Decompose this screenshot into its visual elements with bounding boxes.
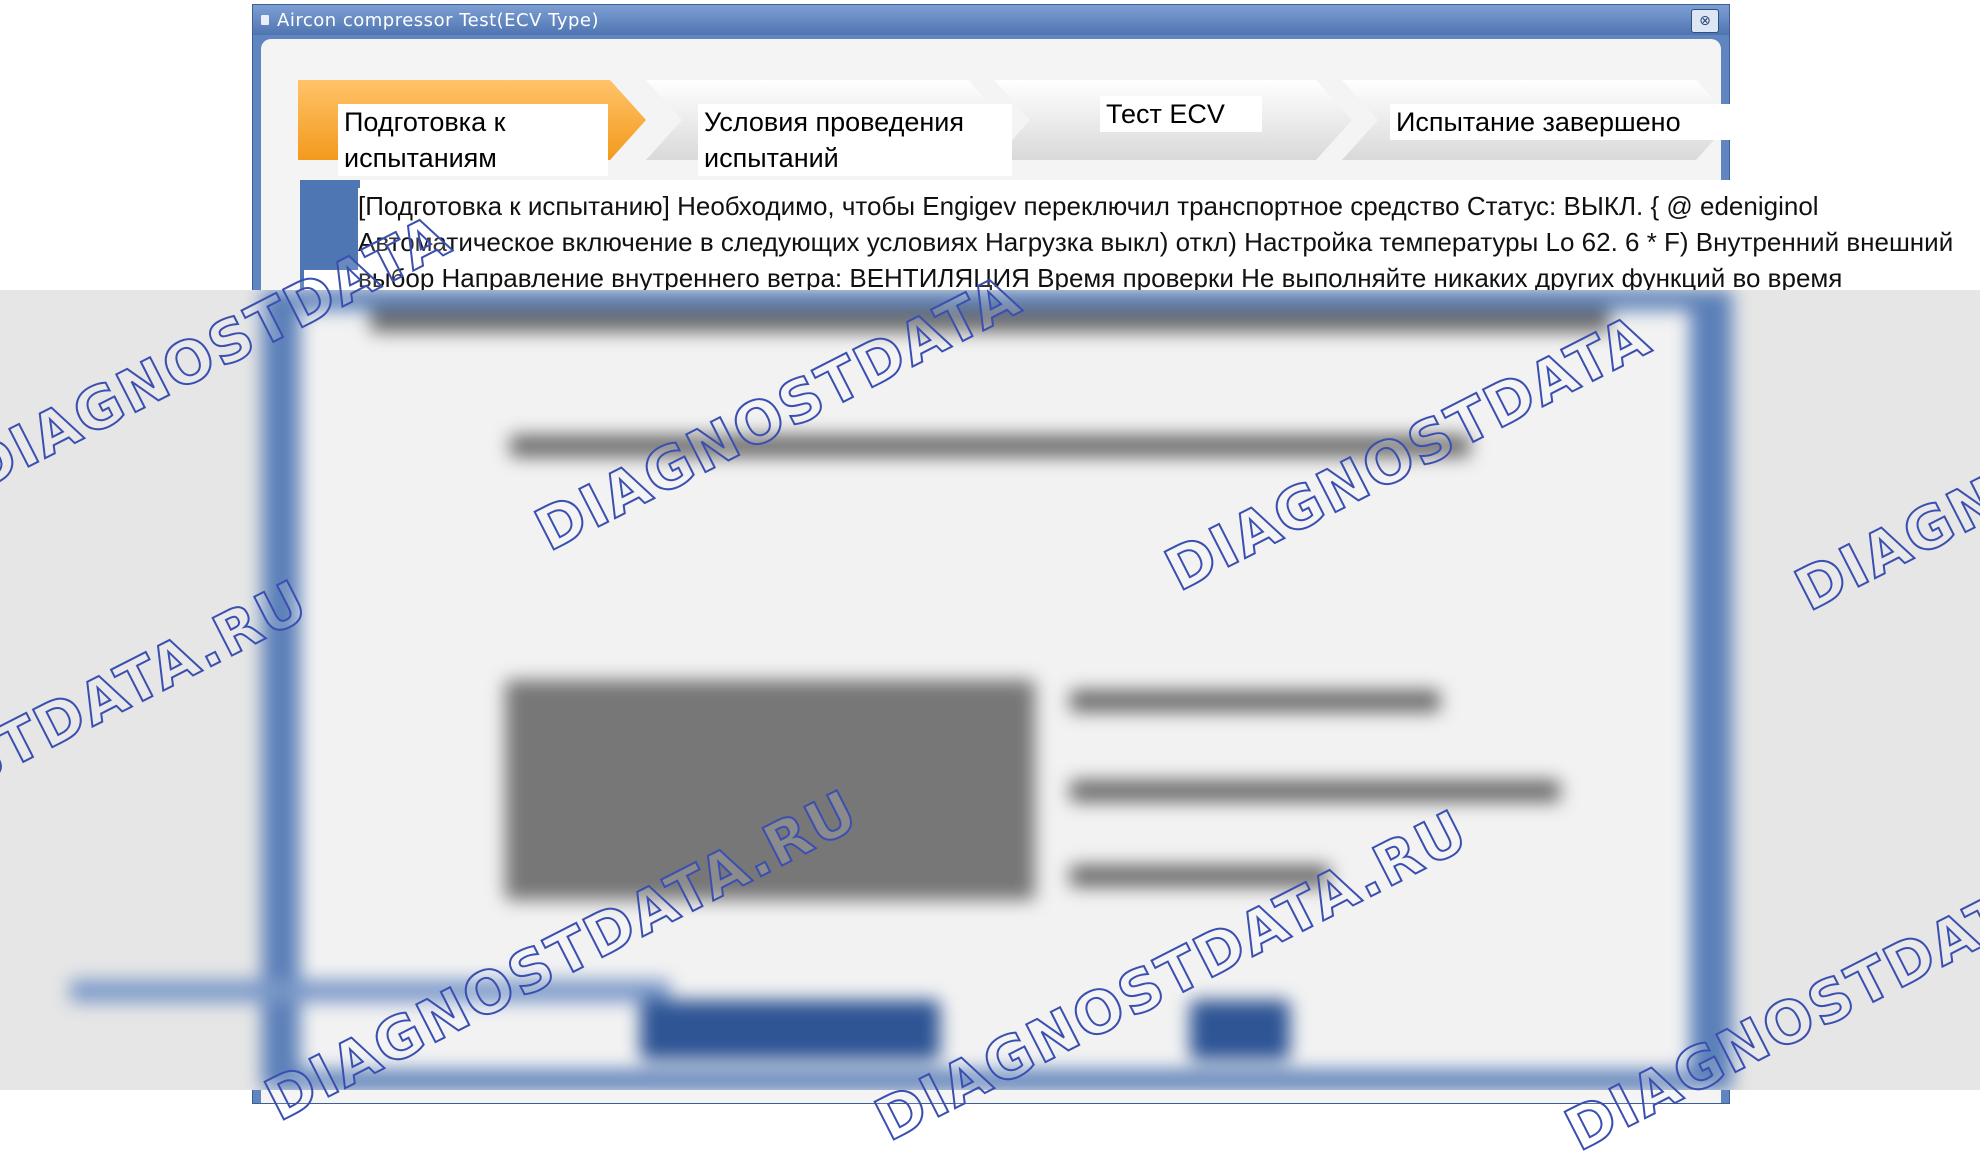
blurred-link: [70, 980, 670, 1002]
blurred-text-line: [1070, 865, 1330, 887]
blurred-button: [640, 1000, 940, 1060]
blurred-text-line: [370, 310, 1610, 332]
window-menu-icon[interactable]: [261, 15, 269, 25]
title-bar: Aircon compressor Test(ECV Type) ⊗: [253, 5, 1729, 35]
close-button[interactable]: ⊗: [1691, 9, 1719, 33]
blurred-image: [505, 680, 1035, 900]
blurred-text-line: [1070, 780, 1560, 802]
step-label-complete: Испытание завершено: [1390, 104, 1742, 140]
blurred-button: [1190, 1000, 1290, 1060]
blurred-content-area: [0, 290, 1980, 1090]
instruction-panel-accent: [300, 180, 360, 270]
step-label-ecv-test: Тест ECV: [1100, 96, 1262, 132]
blurred-text-line: [510, 435, 1470, 457]
step-label-conditions: Условия проведения испытаний: [698, 104, 1012, 176]
window-title: Aircon compressor Test(ECV Type): [277, 9, 600, 31]
blurred-text-line: [1070, 690, 1440, 712]
step-label-preparation: Подготовка к испытаниям: [338, 104, 608, 176]
